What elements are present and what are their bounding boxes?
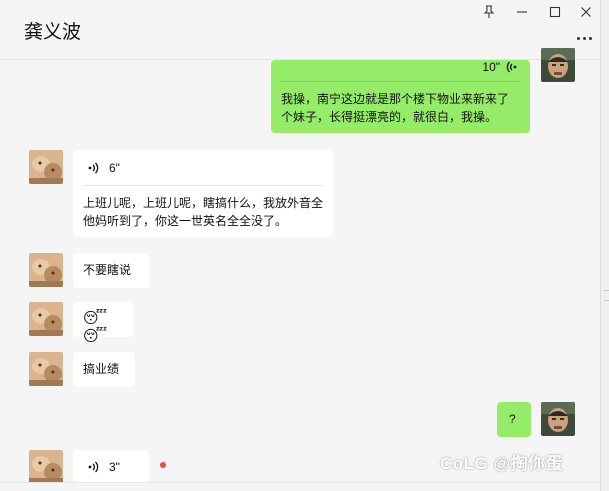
minimize-icon[interactable] xyxy=(512,2,532,22)
maximize-icon[interactable] xyxy=(545,2,565,22)
voice-duration: 6" xyxy=(109,161,120,175)
contact-avatar[interactable] xyxy=(29,150,63,184)
self-avatar[interactable] xyxy=(541,402,575,436)
message-text: 不要瞎说 xyxy=(83,263,132,277)
voice-duration: 3" xyxy=(109,460,120,474)
voice-wave-icon xyxy=(506,61,517,73)
voice-header: 10" xyxy=(482,60,518,74)
input-area-edge xyxy=(0,482,600,491)
watermark: CoLG @掏你蛋 xyxy=(440,454,564,473)
unread-dot xyxy=(160,462,166,468)
outgoing-text-bubble[interactable]: ? xyxy=(497,402,531,437)
voice-wave-icon xyxy=(88,461,99,473)
outgoing-voice-bubble[interactable]: 10" 我操，南宁这边就是那个楼下物业来新来了个妹子，长得挺漂亮的，就很白，我操… xyxy=(271,60,530,133)
contact-avatar[interactable] xyxy=(29,352,63,386)
close-icon[interactable] xyxy=(576,2,596,22)
contact-avatar[interactable] xyxy=(29,450,63,484)
contact-name: 龚义波 xyxy=(24,22,82,43)
voice-header: 3" xyxy=(87,459,120,475)
voice-header: 6" xyxy=(87,160,120,176)
message-text: 搞业绩 xyxy=(83,362,120,376)
self-avatar[interactable] xyxy=(541,48,575,82)
message-text: ? xyxy=(509,412,516,426)
contact-avatar[interactable] xyxy=(29,302,63,336)
voice-wave-icon xyxy=(88,162,99,174)
pin-icon[interactable] xyxy=(479,2,499,22)
contact-avatar[interactable] xyxy=(29,253,63,287)
message-emoji: 😴😴 xyxy=(83,310,108,345)
incoming-voice-bubble[interactable]: 3" xyxy=(73,450,149,482)
incoming-text-bubble[interactable]: 不要瞎说 xyxy=(73,253,149,288)
more-dots-icon[interactable] xyxy=(577,33,595,43)
incoming-text-bubble[interactable]: 搞业绩 xyxy=(73,352,135,387)
incoming-voice-bubble[interactable]: 6" 上班儿呢，上班儿呢，瞎搞什么，我放外音全他妈听到了，你这一世英名全全没了。 xyxy=(73,150,333,237)
chat-window: 龚义波 10" 我操，南宁这边就是那个楼下物业来新来了个妹子，长得挺漂亮的，就很… xyxy=(0,0,609,491)
side-panel-edge xyxy=(600,0,609,491)
incoming-emoji-bubble[interactable]: 😴😴 xyxy=(73,302,133,345)
voice-transcript: 我操，南宁这边就是那个楼下物业来新来了个妹子，长得挺漂亮的，就很白，我操。 xyxy=(281,92,510,124)
voice-duration: 10" xyxy=(482,60,500,74)
voice-transcript: 上班儿呢，上班儿呢，瞎搞什么，我放外音全他妈听到了，你这一世英名全全没了。 xyxy=(83,196,324,228)
title-bar: 龚义波 xyxy=(0,0,600,60)
